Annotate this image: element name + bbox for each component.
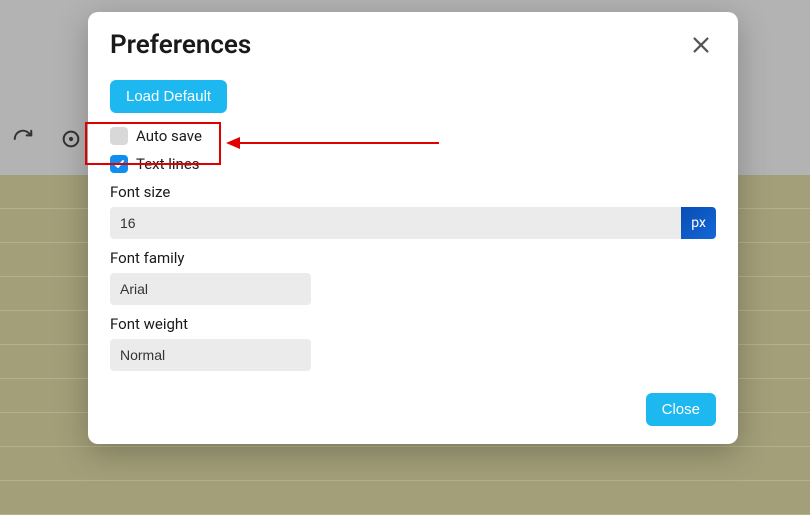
modal-header: Preferences: [110, 30, 716, 60]
font-family-group: Font family: [110, 249, 716, 305]
close-button[interactable]: Close: [646, 393, 716, 426]
font-family-input[interactable]: [110, 273, 311, 305]
font-size-input[interactable]: [110, 207, 681, 239]
close-icon[interactable]: [686, 30, 716, 60]
modal-title: Preferences: [110, 30, 251, 60]
font-size-unit: px: [681, 207, 716, 239]
redo-icon: [12, 128, 34, 154]
text-lines-checkbox[interactable]: [110, 155, 128, 173]
font-size-group: Font size px: [110, 183, 716, 239]
background-toolbar-icons: [12, 128, 82, 154]
preferences-modal: Preferences Load Default Auto save Text …: [88, 12, 738, 444]
font-weight-input[interactable]: [110, 339, 311, 371]
font-family-label: Font family: [110, 249, 716, 267]
text-lines-row: Text lines: [110, 155, 716, 173]
text-lines-label: Text lines: [136, 155, 200, 173]
modal-footer: Close: [110, 393, 716, 426]
font-weight-group: Font weight: [110, 315, 716, 371]
target-icon: [60, 128, 82, 154]
auto-save-checkbox[interactable]: [110, 127, 128, 145]
load-default-button[interactable]: Load Default: [110, 80, 227, 113]
auto-save-label: Auto save: [136, 127, 202, 145]
auto-save-row: Auto save: [110, 127, 716, 145]
font-size-label: Font size: [110, 183, 716, 201]
font-weight-label: Font weight: [110, 315, 716, 333]
